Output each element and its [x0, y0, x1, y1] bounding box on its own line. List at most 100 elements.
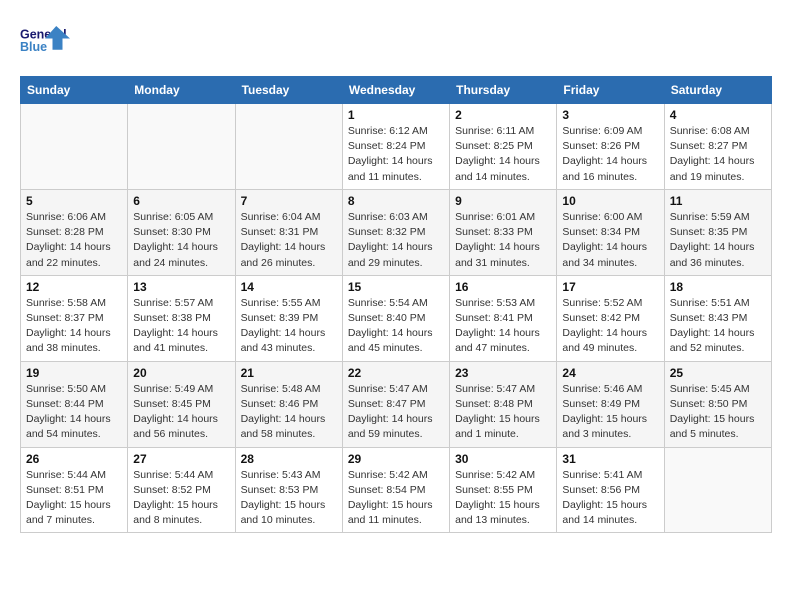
day-number: 17	[562, 280, 658, 294]
calendar-cell	[235, 104, 342, 190]
calendar-cell: 9Sunrise: 6:01 AMSunset: 8:33 PMDaylight…	[450, 189, 557, 275]
day-of-week-header: Thursday	[450, 77, 557, 104]
day-number: 28	[241, 452, 337, 466]
calendar-cell: 5 Sunrise: 6:06 AMSunset: 8:28 PMDaylight…	[21, 189, 128, 275]
day-number: 7	[241, 194, 337, 208]
day-number: 6	[133, 194, 229, 208]
svg-text:Blue: Blue	[20, 40, 47, 54]
calendar-week-row: 12 Sunrise: 5:58 AMSunset: 8:37 PMDayligh…	[21, 275, 772, 361]
day-info: Sunrise: 5:47 AMSunset: 8:47 PMDaylight:…	[348, 382, 444, 443]
day-info: Sunrise: 5:59 AMSunset: 8:35 PMDaylight:…	[670, 210, 766, 271]
day-number: 10	[562, 194, 658, 208]
day-number: 1	[348, 108, 444, 122]
calendar-cell: 10 Sunrise: 6:00 AMSunset: 8:34 PMDayligh…	[557, 189, 664, 275]
calendar-cell: 14 Sunrise: 5:55 AMSunset: 8:39 PMDayligh…	[235, 275, 342, 361]
day-info: Sunrise: 5:46 AMSunset: 8:49 PMDaylight:…	[562, 382, 658, 443]
calendar-table: SundayMondayTuesdayWednesdayThursdayFrid…	[20, 76, 772, 533]
day-info: Sunrise: 5:50 AMSunset: 8:44 PMDaylight:…	[26, 382, 122, 443]
day-info: Sunrise: 5:54 AMSunset: 8:40 PMDaylight:…	[348, 296, 444, 357]
calendar-cell: 28 Sunrise: 5:43 AMSunset: 8:53 PMDayligh…	[235, 447, 342, 533]
calendar-cell: 1 Sunrise: 6:12 AMSunset: 8:24 PMDaylight…	[342, 104, 449, 190]
day-number: 15	[348, 280, 444, 294]
calendar-header: SundayMondayTuesdayWednesdayThursdayFrid…	[21, 77, 772, 104]
calendar-cell: 7Sunrise: 6:04 AMSunset: 8:31 PMDaylight…	[235, 189, 342, 275]
day-number: 22	[348, 366, 444, 380]
calendar-cell	[128, 104, 235, 190]
day-number: 3	[562, 108, 658, 122]
calendar-cell: 4Sunrise: 6:08 AMSunset: 8:27 PMDaylight…	[664, 104, 771, 190]
day-info: Sunrise: 6:06 AMSunset: 8:28 PMDaylight:…	[26, 210, 122, 271]
day-number: 27	[133, 452, 229, 466]
day-header-row: SundayMondayTuesdayWednesdayThursdayFrid…	[21, 77, 772, 104]
day-number: 25	[670, 366, 766, 380]
calendar-cell: 11 Sunrise: 5:59 AMSunset: 8:35 PMDayligh…	[664, 189, 771, 275]
day-number: 5	[26, 194, 122, 208]
calendar-cell: 12 Sunrise: 5:58 AMSunset: 8:37 PMDayligh…	[21, 275, 128, 361]
calendar-cell: 25 Sunrise: 5:45 AMSunset: 8:50 PMDayligh…	[664, 361, 771, 447]
calendar-cell: 24Sunrise: 5:46 AMSunset: 8:49 PMDayligh…	[557, 361, 664, 447]
day-number: 31	[562, 452, 658, 466]
calendar-cell: 20 Sunrise: 5:49 AMSunset: 8:45 PMDayligh…	[128, 361, 235, 447]
calendar-cell: 3Sunrise: 6:09 AMSunset: 8:26 PMDaylight…	[557, 104, 664, 190]
day-number: 13	[133, 280, 229, 294]
calendar-cell: 19 Sunrise: 5:50 AMSunset: 8:44 PMDayligh…	[21, 361, 128, 447]
day-info: Sunrise: 5:47 AMSunset: 8:48 PMDaylight:…	[455, 382, 551, 443]
day-number: 12	[26, 280, 122, 294]
day-info: Sunrise: 5:55 AMSunset: 8:39 PMDaylight:…	[241, 296, 337, 357]
day-number: 30	[455, 452, 551, 466]
day-info: Sunrise: 5:51 AMSunset: 8:43 PMDaylight:…	[670, 296, 766, 357]
calendar-week-row: 5 Sunrise: 6:06 AMSunset: 8:28 PMDaylight…	[21, 189, 772, 275]
day-number: 14	[241, 280, 337, 294]
day-info: Sunrise: 5:42 AMSunset: 8:55 PMDaylight:…	[455, 468, 551, 529]
day-number: 11	[670, 194, 766, 208]
day-info: Sunrise: 5:45 AMSunset: 8:50 PMDaylight:…	[670, 382, 766, 443]
calendar-cell: 18Sunrise: 5:51 AMSunset: 8:43 PMDayligh…	[664, 275, 771, 361]
day-number: 21	[241, 366, 337, 380]
calendar-body: 1 Sunrise: 6:12 AMSunset: 8:24 PMDaylight…	[21, 104, 772, 533]
day-info: Sunrise: 5:41 AMSunset: 8:56 PMDaylight:…	[562, 468, 658, 529]
day-number: 16	[455, 280, 551, 294]
calendar-cell: 29Sunrise: 5:42 AMSunset: 8:54 PMDayligh…	[342, 447, 449, 533]
calendar-cell: 27 Sunrise: 5:44 AMSunset: 8:52 PMDayligh…	[128, 447, 235, 533]
calendar-cell: 8Sunrise: 6:03 AMSunset: 8:32 PMDaylight…	[342, 189, 449, 275]
day-info: Sunrise: 5:49 AMSunset: 8:45 PMDaylight:…	[133, 382, 229, 443]
calendar-cell: 6 Sunrise: 6:05 AMSunset: 8:30 PMDaylight…	[128, 189, 235, 275]
day-info: Sunrise: 5:48 AMSunset: 8:46 PMDaylight:…	[241, 382, 337, 443]
page-header: GeneralBlue	[20, 20, 772, 60]
day-info: Sunrise: 5:44 AMSunset: 8:52 PMDaylight:…	[133, 468, 229, 529]
day-of-week-header: Monday	[128, 77, 235, 104]
calendar-cell: 30 Sunrise: 5:42 AMSunset: 8:55 PMDayligh…	[450, 447, 557, 533]
day-number: 20	[133, 366, 229, 380]
day-number: 19	[26, 366, 122, 380]
day-info: Sunrise: 5:58 AMSunset: 8:37 PMDaylight:…	[26, 296, 122, 357]
calendar-week-row: 19 Sunrise: 5:50 AMSunset: 8:44 PMDayligh…	[21, 361, 772, 447]
day-number: 26	[26, 452, 122, 466]
day-number: 8	[348, 194, 444, 208]
day-number: 29	[348, 452, 444, 466]
calendar-cell: 21 Sunrise: 5:48 AMSunset: 8:46 PMDayligh…	[235, 361, 342, 447]
day-info: Sunrise: 6:05 AMSunset: 8:30 PMDaylight:…	[133, 210, 229, 271]
day-info: Sunrise: 5:44 AMSunset: 8:51 PMDaylight:…	[26, 468, 122, 529]
calendar-week-row: 26 Sunrise: 5:44 AMSunset: 8:51 PMDayligh…	[21, 447, 772, 533]
calendar-cell: 2Sunrise: 6:11 AMSunset: 8:25 PMDaylight…	[450, 104, 557, 190]
day-of-week-header: Wednesday	[342, 77, 449, 104]
day-info: Sunrise: 6:00 AMSunset: 8:34 PMDaylight:…	[562, 210, 658, 271]
day-info: Sunrise: 5:43 AMSunset: 8:53 PMDaylight:…	[241, 468, 337, 529]
day-of-week-header: Tuesday	[235, 77, 342, 104]
calendar-cell: 23Sunrise: 5:47 AMSunset: 8:48 PMDayligh…	[450, 361, 557, 447]
calendar-cell: 17Sunrise: 5:52 AMSunset: 8:42 PMDayligh…	[557, 275, 664, 361]
day-of-week-header: Saturday	[664, 77, 771, 104]
logo: GeneralBlue	[20, 20, 70, 60]
day-number: 4	[670, 108, 766, 122]
calendar-cell	[664, 447, 771, 533]
calendar-cell: 13Sunrise: 5:57 AMSunset: 8:38 PMDayligh…	[128, 275, 235, 361]
calendar-cell: 22 Sunrise: 5:47 AMSunset: 8:47 PMDayligh…	[342, 361, 449, 447]
day-number: 9	[455, 194, 551, 208]
logo-svg: GeneralBlue	[20, 20, 70, 60]
day-info: Sunrise: 6:12 AMSunset: 8:24 PMDaylight:…	[348, 124, 444, 185]
calendar-cell	[21, 104, 128, 190]
calendar-cell: 26 Sunrise: 5:44 AMSunset: 8:51 PMDayligh…	[21, 447, 128, 533]
day-of-week-header: Sunday	[21, 77, 128, 104]
day-info: Sunrise: 6:11 AMSunset: 8:25 PMDaylight:…	[455, 124, 551, 185]
calendar-cell: 31 Sunrise: 5:41 AMSunset: 8:56 PMDayligh…	[557, 447, 664, 533]
